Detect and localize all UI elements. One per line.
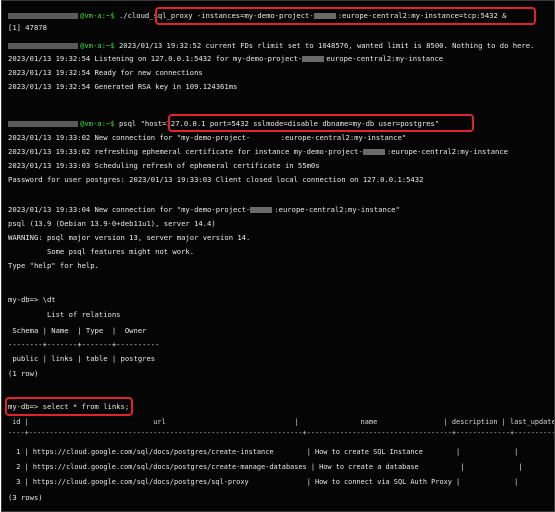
terminal-line: Schema | Name | Type | Owner	[8, 326, 147, 335]
terminal-line: (3 rows)	[8, 493, 43, 502]
terminal-line: 2023/01/13 19:33:03 Scheduling refresh o…	[8, 161, 320, 170]
terminal-line: (1 row)	[8, 369, 39, 378]
terminal-line: 2023/01/13 19:33:02 New connection for "…	[8, 133, 407, 142]
terminal-line: Type "help" for help.	[8, 261, 99, 270]
terminal-line: 2023/01/13 19:33:04 New connection for "…	[8, 205, 400, 214]
table-row: 2 | https://cloud.google.com/sql/docs/po…	[8, 463, 523, 471]
redacted-id	[302, 56, 325, 62]
terminal-line: [1] 47878	[8, 23, 47, 32]
highlight-box	[168, 114, 474, 132]
output-text: 2023/01/13 19:33:02 refreshing ephemeral…	[8, 147, 363, 156]
terminal-line: my-db=> \dt	[8, 295, 56, 304]
terminal-line: WARNING: psql major version 13, server m…	[8, 233, 251, 242]
output-text: 2023/01/13 19:33:04 New connection for "…	[8, 205, 251, 214]
redacted-id	[250, 207, 273, 213]
terminal-line: psql (13.9 (Debian 13.9-0+deb11u1), serv…	[8, 219, 216, 228]
output-text: :europe-central2:my-instance	[386, 147, 509, 156]
terminal-line: @vm-a:~$ 2023/01/13 19:32:52 current FDs…	[8, 41, 534, 50]
output-text: :europe-central2:my-instance"	[274, 205, 400, 214]
highlight-box	[155, 7, 536, 25]
output-text: 2023/01/13 19:32:54 Listening on 127.0.0…	[8, 54, 303, 63]
output-text: europe-central2:my-instance	[326, 54, 444, 63]
terminal-line: --------+-------+-------+----------	[8, 340, 160, 349]
terminal-line: 2023/01/13 19:33:02 refreshing ephemeral…	[8, 147, 508, 156]
terminal-line: 2023/01/13 19:32:54 Listening on 127.0.0…	[8, 54, 443, 63]
output-text: 2023/01/13 19:32:52 current FDs rlimit s…	[114, 41, 535, 50]
terminal-window[interactable]: @vm-a:~$ ./cloud_sql_proxy -instances=my…	[1, 0, 555, 512]
table-row: 3 | https://cloud.google.com/sql/docs/po…	[8, 478, 519, 486]
redacted-user	[8, 43, 78, 49]
table-separator: ----+-----------------------------------…	[8, 429, 555, 437]
prompt: @vm-a:~$	[80, 119, 115, 128]
terminal-line: Password for user postgres: 2023/01/13 1…	[8, 175, 424, 184]
redacted-id	[362, 149, 385, 155]
prompt: @vm-a:~$	[80, 11, 115, 20]
terminal-line: public | links | table | postgres	[8, 354, 156, 363]
terminal-line: 2023/01/13 19:32:54 Generated RSA key in…	[8, 82, 238, 91]
terminal-line: List of relations	[8, 310, 121, 319]
redacted-user	[8, 13, 78, 19]
terminal-line: Some psql features might not work.	[8, 247, 195, 256]
highlight-box	[5, 397, 133, 416]
redacted-user	[8, 121, 78, 127]
terminal-line: 2023/01/13 19:32:54 Ready for new connec…	[8, 68, 203, 77]
prompt: @vm-a:~$	[80, 41, 115, 50]
table-header: id | url | name | description | last_upd…	[8, 418, 555, 426]
table-row: 1 | https://cloud.google.com/sql/docs/po…	[8, 448, 519, 456]
